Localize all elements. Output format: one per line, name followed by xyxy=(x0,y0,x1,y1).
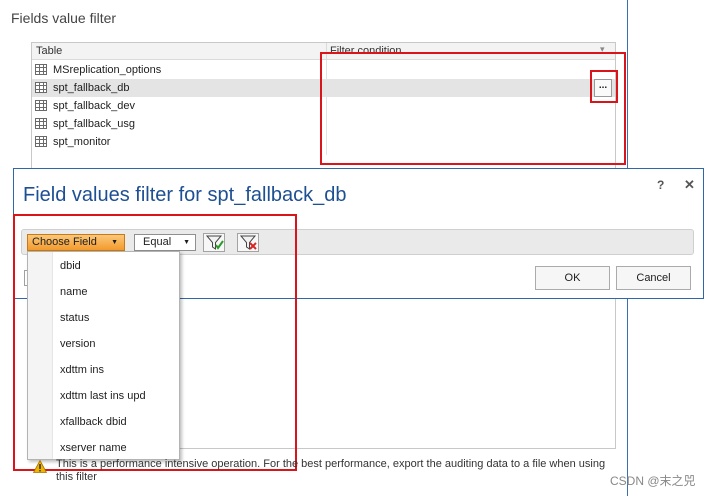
filter-add-icon xyxy=(206,235,224,250)
dropdown-item-xserver-name[interactable]: xserver name xyxy=(60,439,178,457)
operator-select[interactable]: Equal ▼ xyxy=(134,234,196,251)
performance-warning-text: This is a performance intensive operatio… xyxy=(56,458,606,483)
table-icon xyxy=(35,136,47,147)
dropdown-item-version[interactable]: version xyxy=(60,335,178,353)
warning-icon xyxy=(33,460,47,473)
ok-button[interactable]: OK xyxy=(535,266,610,290)
dropdown-item-xdttm-last-ins-upd[interactable]: xdttm last ins upd xyxy=(60,387,178,405)
table-row[interactable]: MSreplication_options xyxy=(32,61,615,79)
help-icon[interactable]: ? xyxy=(657,178,664,192)
dropdown-item-xfallback-dbid[interactable]: xfallback dbid xyxy=(60,413,178,431)
chevron-down-icon: ▼ xyxy=(111,239,118,246)
choose-field-button[interactable]: Choose Field ▼ xyxy=(27,234,125,251)
watermark: CSDN @末之兕 xyxy=(610,474,696,488)
choose-field-dropdown: dbid name status version xdttm ins xdttm… xyxy=(27,251,180,460)
table-row-label: spt_monitor xyxy=(53,136,111,148)
dialog-title: Field values filter for spt_fallback_db xyxy=(23,184,347,206)
table-row-label: spt_fallback_dev xyxy=(53,100,135,112)
cancel-button[interactable]: Cancel xyxy=(616,266,691,290)
table-icon xyxy=(35,64,47,75)
add-filter-button[interactable] xyxy=(203,233,225,252)
table-icon xyxy=(35,100,47,111)
remove-filter-button[interactable] xyxy=(237,233,259,252)
choose-field-label: Choose Field xyxy=(32,236,97,248)
column-divider xyxy=(326,43,327,59)
dropdown-item-status[interactable]: status xyxy=(60,309,178,327)
operator-value: Equal xyxy=(143,236,172,248)
column-sort-icon: ▾ xyxy=(600,44,605,54)
menu-gutter xyxy=(28,252,53,459)
filter-condition-ellipsis-button[interactable]: ... xyxy=(594,79,612,97)
close-icon[interactable]: ✕ xyxy=(684,177,695,193)
table-icon xyxy=(35,118,47,129)
chevron-down-icon: ▼ xyxy=(183,239,190,246)
table-row[interactable]: spt_monitor xyxy=(32,133,615,151)
table-icon xyxy=(35,82,47,93)
dropdown-item-xdttm-ins[interactable]: xdttm ins xyxy=(60,361,178,379)
table-row[interactable]: spt_fallback_dev xyxy=(32,97,615,115)
table-row-label: spt_fallback_usg xyxy=(53,118,135,130)
table-row-selected[interactable]: spt_fallback_db xyxy=(32,79,615,97)
table-row[interactable]: spt_fallback_usg xyxy=(32,115,615,133)
column-header-table[interactable]: Table xyxy=(36,45,62,57)
section-title: Fields value filter xyxy=(11,10,117,26)
filter-remove-icon xyxy=(240,235,257,250)
table-row-label: MSreplication_options xyxy=(53,64,162,76)
dropdown-item-name[interactable]: name xyxy=(60,283,178,301)
column-header-filter-condition[interactable]: Filter condition xyxy=(330,45,402,57)
grid-header: Table Filter condition ▾ xyxy=(32,43,615,60)
table-row-label: spt_fallback_db xyxy=(53,82,130,94)
dropdown-item-dbid[interactable]: dbid xyxy=(60,257,178,275)
